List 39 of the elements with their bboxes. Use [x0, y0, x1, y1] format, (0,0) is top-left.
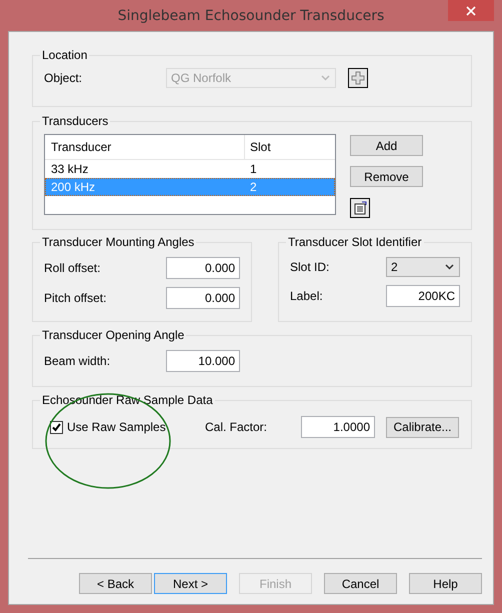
document-icon: [353, 201, 367, 215]
wizard-button[interactable]: Cancel: [324, 573, 397, 594]
field-label: Roll offset:: [44, 261, 102, 275]
list-action-button[interactable]: Add: [350, 135, 423, 156]
group-title: Transducers: [41, 114, 110, 128]
list-row[interactable]: 33 kHz 1: [45, 160, 335, 178]
text-field[interactable]: 200KC: [386, 285, 460, 307]
properties-button[interactable]: [350, 198, 370, 218]
wizard-button[interactable]: Help: [409, 573, 482, 594]
slot-dropdown[interactable]: 2: [386, 257, 460, 277]
number-field[interactable]: 0.000: [166, 287, 240, 309]
calibrate-button[interactable]: Calibrate...: [386, 416, 459, 438]
wizard-button[interactable]: < Back: [79, 573, 152, 594]
group-title: Transducer Opening Angle: [41, 328, 186, 342]
number-field[interactable]: 0.000: [166, 257, 240, 279]
close-button[interactable]: [448, 0, 494, 21]
field-label: Label:: [290, 289, 324, 303]
plus-icon: [351, 71, 365, 85]
column-header[interactable]: Transducer: [45, 135, 245, 159]
group-title: Transducer Mounting Angles: [41, 235, 196, 249]
wizard-button[interactable]: Next >: [154, 573, 227, 594]
number-field[interactable]: 10.000: [166, 350, 240, 372]
group-title: Location: [41, 48, 88, 62]
close-icon: [466, 6, 476, 16]
window-title: Singlebeam Echosounder Transducers: [118, 8, 384, 24]
column-header[interactable]: Slot: [245, 135, 271, 159]
number-field[interactable]: 1.0000: [301, 416, 375, 438]
field-label: Pitch offset:: [44, 291, 108, 305]
add-object-button[interactable]: [348, 68, 368, 88]
field-label: Object:: [44, 71, 84, 85]
chevron-down-icon: [321, 75, 330, 81]
field-label: Cal. Factor:: [205, 420, 268, 434]
group-title: Transducer Slot Identifier: [287, 235, 423, 249]
checkbox-label[interactable]: Use Raw Samples: [67, 420, 205, 434]
chevron-down-icon: [445, 264, 454, 270]
checkbox[interactable]: [50, 420, 63, 434]
field-label: Slot ID:: [290, 260, 330, 274]
list-action-button[interactable]: Remove: [350, 166, 423, 187]
field-label: Beam width:: [44, 354, 112, 368]
